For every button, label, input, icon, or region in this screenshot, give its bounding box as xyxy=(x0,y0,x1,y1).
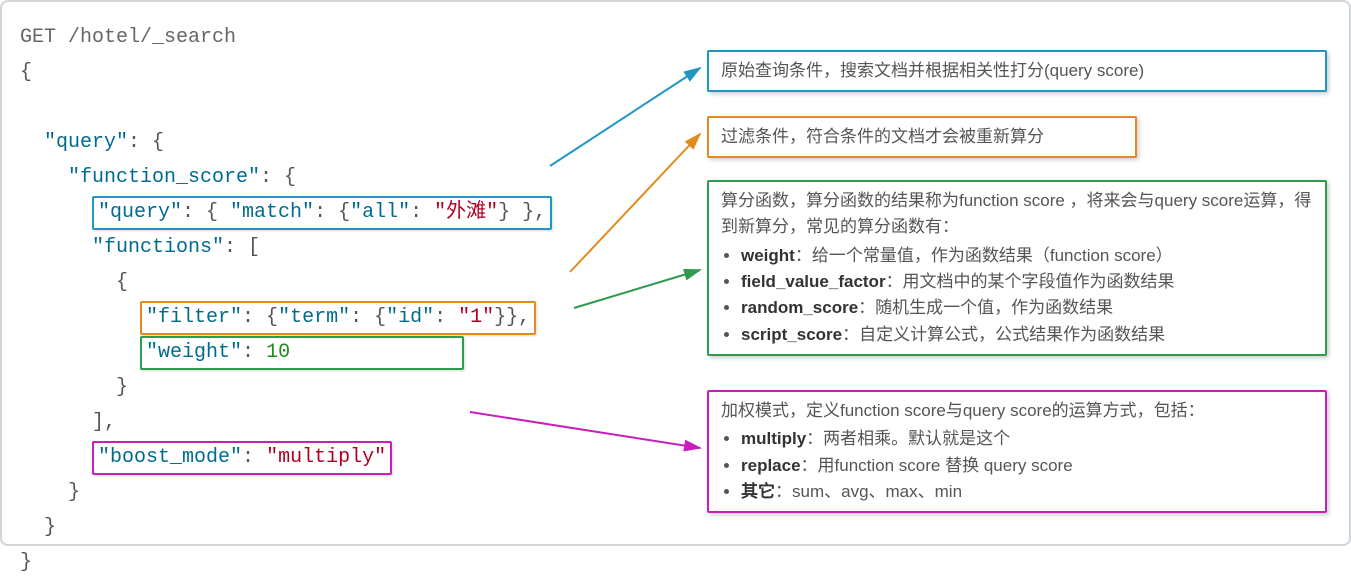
callout-boost-item-other: 其它：sum、avg、max、min xyxy=(741,479,1313,505)
brace-open: { xyxy=(20,61,32,84)
filter-box: "filter": {"term": {"id": "1"}}, xyxy=(140,301,536,335)
callout-query-text: 原始查询条件，搜索文档并根据相关性打分(query score) xyxy=(721,61,1144,80)
callout-func-item-random: random_score：随机生成一个值，作为函数结果 xyxy=(741,295,1313,321)
callout-boost-list: multiply：两者相乘。默认就是这个 replace：用function s… xyxy=(721,426,1313,505)
callout-func-item-weight: weight：给一个常量值，作为函数结果（function score） xyxy=(741,243,1313,269)
inner-query-box: "query": { "match": {"all": "外滩"} }, xyxy=(92,196,552,230)
callout-filter-text: 过滤条件，符合条件的文档才会被重新算分 xyxy=(721,127,1044,146)
arrow-blue xyxy=(550,68,700,166)
callout-boost-intro: 加权模式，定义function score与query score的运算方式，包… xyxy=(721,398,1313,424)
arrow-green xyxy=(574,270,700,308)
callout-func-item-fvf: field_value_factor：用文档中的某个字段值作为函数结果 xyxy=(741,269,1313,295)
arrow-orange xyxy=(570,134,700,272)
code-line-1: GET /hotel/_search xyxy=(20,26,236,49)
brace-close: } xyxy=(20,551,32,574)
functions-key: "functions" xyxy=(92,236,224,259)
callout-boost-item-replace: replace：用function score 替换 query score xyxy=(741,453,1313,479)
callout-functions: 算分函数，算分函数的结果称为function score ，将来会与query … xyxy=(707,180,1327,356)
diagram-container: GET /hotel/_search { "query": { "functio… xyxy=(0,0,1351,546)
callout-filter: 过滤条件，符合条件的文档才会被重新算分 xyxy=(707,116,1137,158)
code-block: GET /hotel/_search { "query": { "functio… xyxy=(20,20,552,580)
function-score-key: "function_score" xyxy=(68,166,260,189)
query-key: "query" xyxy=(44,131,128,154)
callout-boost-item-multiply: multiply：两者相乘。默认就是这个 xyxy=(741,426,1313,452)
boost-mode-box: "boost_mode": "multiply" xyxy=(92,441,392,475)
weight-box: "weight": 10 xyxy=(140,336,464,370)
callout-func-item-script: script_score：自定义计算公式，公式结果作为函数结果 xyxy=(741,322,1313,348)
callout-functions-list: weight：给一个常量值，作为函数结果（function score） fie… xyxy=(721,243,1313,348)
callout-boost-mode: 加权模式，定义function score与query score的运算方式，包… xyxy=(707,390,1327,513)
callout-functions-intro: 算分函数，算分函数的结果称为function score ，将来会与query … xyxy=(721,188,1313,241)
callout-query: 原始查询条件，搜索文档并根据相关性打分(query score) xyxy=(707,50,1327,92)
